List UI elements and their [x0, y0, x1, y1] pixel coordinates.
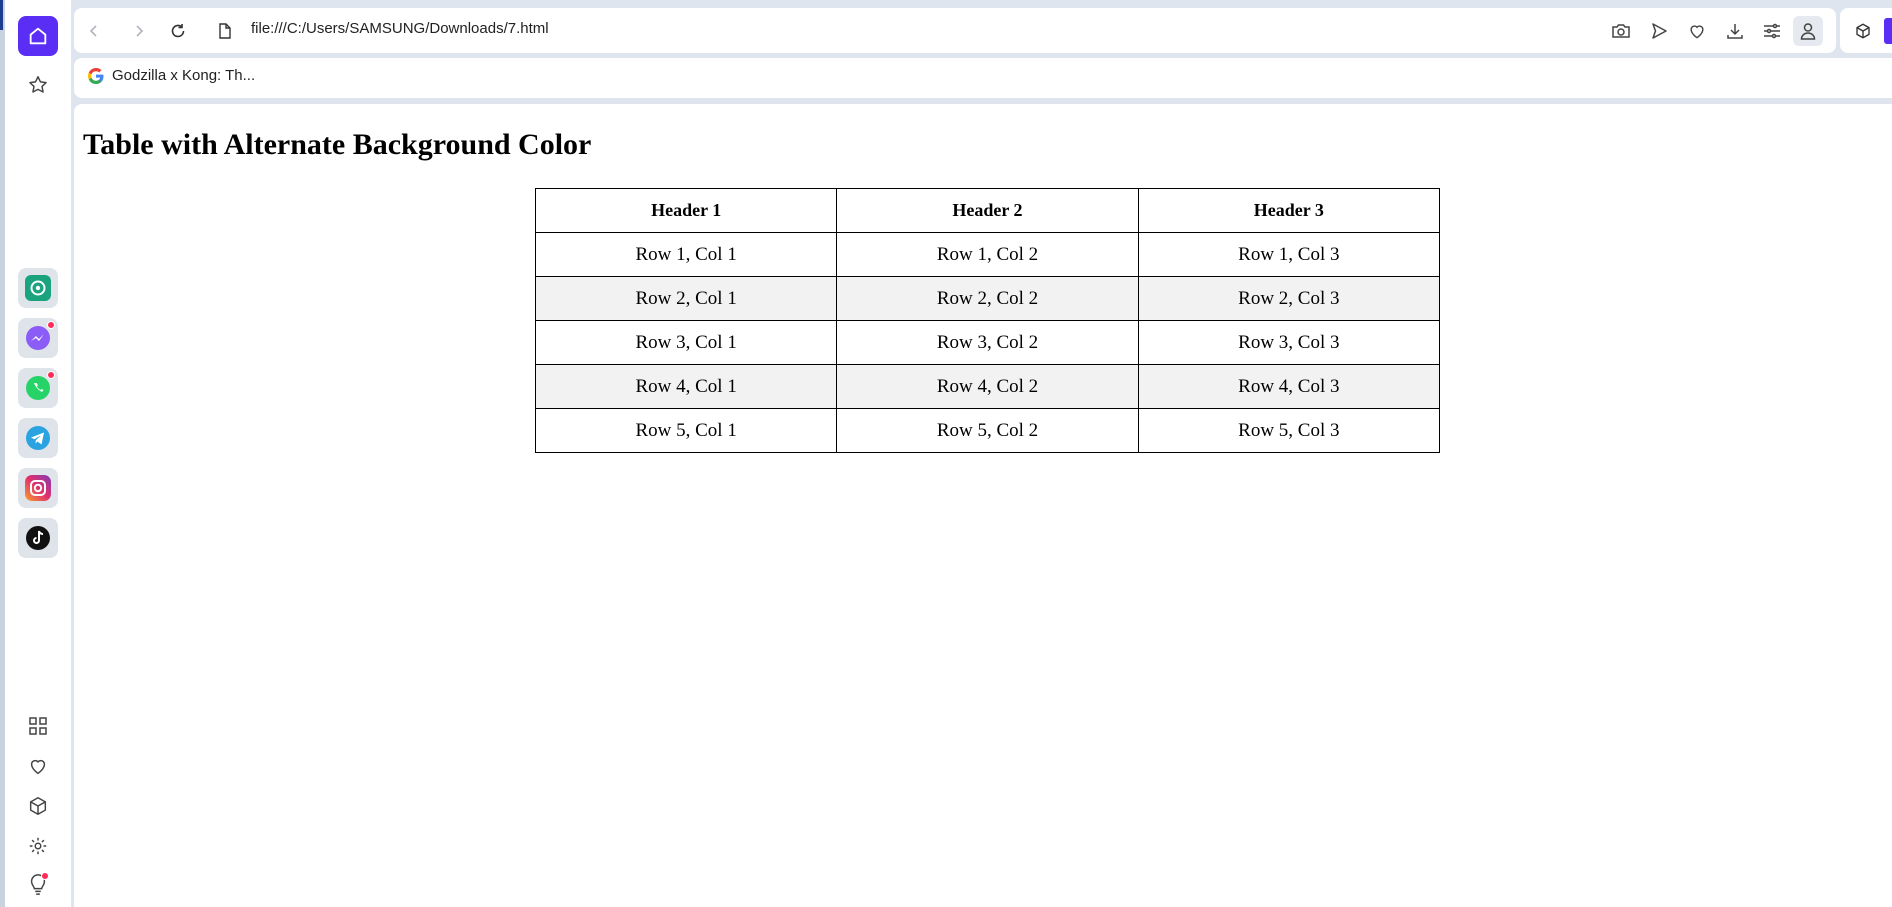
table-row: Row 4, Col 1 Row 4, Col 2 Row 4, Col 3	[534, 364, 1441, 409]
notification-dot	[41, 872, 49, 880]
table-cell: Row 2, Col 3	[1137, 276, 1441, 321]
reload-icon	[171, 24, 185, 38]
home-icon	[29, 27, 47, 45]
downloads-button[interactable]	[1720, 16, 1750, 46]
send-icon	[1652, 23, 1667, 39]
star-icon	[29, 76, 47, 93]
table-header-cell: Header 1	[534, 188, 838, 233]
sliders-icon	[1764, 23, 1780, 39]
my-flow-button[interactable]	[1682, 16, 1712, 46]
cube-icon	[29, 797, 47, 815]
google-icon	[88, 67, 104, 84]
page-viewport: Table with Alternate Background Color He…	[74, 104, 1892, 907]
extensions-area	[1840, 8, 1892, 53]
telegram-icon	[26, 426, 50, 450]
user-icon	[1800, 23, 1816, 40]
bookmark-label: Godzilla x Kong: Th...	[112, 67, 256, 84]
notification-dot	[47, 321, 55, 329]
table-cell: Row 3, Col 3	[1137, 320, 1441, 365]
settings-button[interactable]	[23, 831, 53, 861]
pinboards-button[interactable]	[23, 70, 53, 100]
table-cell: Row 3, Col 1	[534, 320, 838, 365]
page-title: Table with Alternate Background Color	[83, 128, 592, 161]
telegram-button[interactable]	[18, 418, 58, 458]
heart-icon	[1690, 25, 1704, 39]
table-cell: Row 4, Col 3	[1137, 364, 1441, 409]
table-header-cell: Header 3	[1137, 188, 1441, 233]
table-cell: Row 1, Col 3	[1137, 232, 1441, 277]
chevron-right-icon	[136, 25, 144, 37]
chatgpt-button[interactable]	[18, 268, 58, 308]
table-header-row: Header 1 Header 2 Header 3	[534, 188, 1441, 233]
extensions-button[interactable]	[23, 791, 53, 821]
send-button[interactable]	[1644, 16, 1674, 46]
table-cell: Row 2, Col 1	[534, 276, 838, 321]
easy-setup-button[interactable]	[1757, 16, 1787, 46]
address-bar[interactable]: file:///C:/Users/SAMSUNG/Downloads/7.htm…	[251, 20, 549, 37]
whatsapp-icon	[26, 376, 50, 400]
sidebar	[5, 0, 71, 907]
tiktok-icon	[26, 526, 50, 550]
table-cell: Row 1, Col 1	[534, 232, 838, 277]
whatsapp-button[interactable]	[18, 368, 58, 408]
table-row: Row 2, Col 1 Row 2, Col 2 Row 2, Col 3	[534, 276, 1441, 321]
profile-button[interactable]	[1793, 16, 1823, 46]
speed-dial-button[interactable]	[23, 711, 53, 741]
table-row: Row 5, Col 1 Row 5, Col 2 Row 5, Col 3	[534, 408, 1441, 453]
table-row: Row 1, Col 1 Row 1, Col 2 Row 1, Col 3	[534, 232, 1441, 277]
chevron-left-icon	[89, 25, 97, 37]
notification-dot	[47, 371, 55, 379]
data-table: Header 1 Header 2 Header 3 Row 1, Col 1 …	[534, 188, 1441, 453]
snapshot-button[interactable]	[1606, 16, 1636, 46]
table-row: Row 3, Col 1 Row 3, Col 2 Row 3, Col 3	[534, 320, 1441, 365]
table-cell: Row 5, Col 3	[1137, 408, 1441, 453]
grid-icon	[29, 717, 47, 735]
table-cell: Row 4, Col 2	[836, 364, 1139, 409]
messenger-icon	[26, 326, 50, 350]
download-icon	[1727, 24, 1743, 39]
forward-button[interactable]	[124, 16, 154, 46]
table-cell: Row 5, Col 2	[836, 408, 1139, 453]
address-toolbar: file:///C:/Users/SAMSUNG/Downloads/7.htm…	[74, 8, 1836, 53]
tips-button[interactable]	[23, 870, 53, 900]
table-cell: Row 5, Col 1	[534, 408, 838, 453]
table-header-cell: Header 2	[836, 188, 1139, 233]
chatgpt-icon	[25, 275, 51, 301]
table-cell: Row 1, Col 2	[836, 232, 1139, 277]
table-cell: Row 4, Col 1	[534, 364, 838, 409]
window-edge-accent	[0, 0, 3, 30]
bookmarks-bar: Godzilla x Kong: Th...	[74, 58, 1892, 98]
cube-icon	[1856, 23, 1870, 39]
table-cell: Row 2, Col 2	[836, 276, 1139, 321]
instagram-button[interactable]	[18, 468, 58, 508]
heart-icon	[30, 759, 46, 775]
camera-icon	[1612, 24, 1630, 38]
gear-icon	[29, 837, 47, 855]
reload-button[interactable]	[163, 16, 193, 46]
table-cell: Row 3, Col 2	[836, 320, 1139, 365]
tiktok-button[interactable]	[18, 518, 58, 558]
page-info-button[interactable]	[210, 16, 240, 46]
file-icon	[219, 23, 231, 39]
instagram-icon	[25, 475, 51, 501]
home-button[interactable]	[18, 16, 58, 56]
favorites-button[interactable]	[23, 751, 53, 781]
messenger-button[interactable]	[18, 318, 58, 358]
extension-badge	[1884, 18, 1892, 44]
back-button[interactable]	[79, 16, 109, 46]
bookmark-item[interactable]: Godzilla x Kong: Th...	[88, 67, 255, 84]
extensions-menu-button[interactable]	[1848, 16, 1878, 46]
